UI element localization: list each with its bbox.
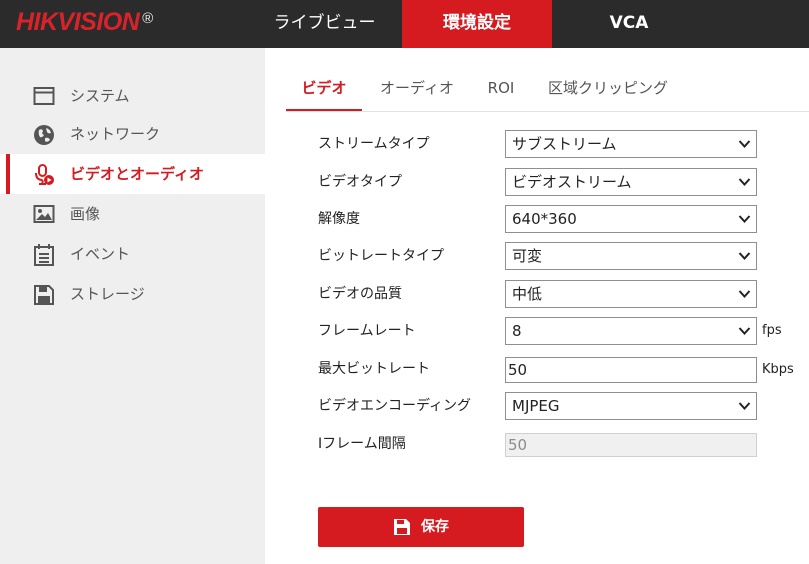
chevron-down-icon — [738, 327, 751, 335]
stream-type-label: ストリームタイプ — [318, 136, 430, 152]
tab-roi[interactable]: ROI — [478, 66, 524, 112]
stream-type-value: サブストリーム — [512, 135, 617, 153]
brand-name: HIKVISION — [16, 8, 140, 36]
sidebar-item-event[interactable]: イベント — [0, 234, 265, 274]
video-quality-label: ビデオの品質 — [318, 286, 402, 302]
i-frame-interval-input: 50 — [505, 433, 757, 457]
max-bitrate-unit: Kbps — [762, 362, 794, 377]
sidebar-item-video-audio[interactable]: ビデオとオーディオ — [0, 154, 265, 194]
bitrate-type-value: 可変 — [512, 247, 543, 265]
tab-audio[interactable]: オーディオ — [372, 66, 462, 112]
save-button[interactable]: 保存 — [318, 507, 524, 547]
microphone-video-icon — [33, 164, 55, 185]
frame-rate-value: 8 — [512, 322, 522, 340]
chevron-down-icon — [738, 290, 751, 298]
video-encoding-value: MJPEG — [512, 397, 560, 415]
calendar-icon — [33, 244, 55, 266]
sidebar-item-label: ビデオとオーディオ — [70, 165, 204, 183]
registered-mark: ® — [142, 10, 153, 27]
video-encoding-label: ビデオエンコーディング — [318, 398, 472, 414]
image-icon — [33, 204, 55, 224]
i-frame-interval-label: Iフレーム間隔 — [318, 436, 406, 452]
hikvision-logo: HIKVISION ® — [16, 8, 153, 37]
sidebar-item-image[interactable]: 画像 — [0, 194, 265, 234]
bitrate-type-label: ビットレートタイプ — [318, 248, 444, 264]
globe-icon — [33, 124, 55, 145]
max-bitrate-input[interactable]: 50 — [505, 357, 757, 383]
tab-video[interactable]: ビデオ — [286, 66, 362, 112]
sidebar-item-system[interactable]: システム — [0, 76, 265, 116]
sidebar-item-storage[interactable]: ストレージ — [0, 274, 265, 314]
frame-rate-select[interactable]: 8 — [505, 317, 757, 345]
nav-tab-live-view[interactable]: ライブビュー — [248, 0, 401, 48]
resolution-label: 解像度 — [318, 211, 360, 227]
top-navigation-bar: HIKVISION ® ライブビュー 環境設定 VCA — [0, 0, 809, 48]
sidebar-item-label: システム — [70, 87, 130, 105]
video-encoding-select[interactable]: MJPEG — [505, 392, 757, 420]
sidebar-item-label: ストレージ — [70, 285, 145, 303]
tab-region-cropping[interactable]: 区域クリッピング — [538, 66, 678, 112]
chevron-down-icon — [738, 402, 751, 410]
save-button-label: 保存 — [421, 519, 449, 535]
video-quality-value: 中低 — [512, 285, 543, 303]
chevron-down-icon — [738, 178, 751, 186]
sidebar: システム ネットワーク ビデオとオーディオ 画像 イベント ストレージ — [0, 48, 265, 564]
max-bitrate-label: 最大ビットレート — [318, 361, 430, 377]
video-type-value: ビデオストリーム — [512, 173, 632, 191]
tab-divider — [286, 111, 809, 112]
sidebar-item-label: イベント — [70, 245, 131, 263]
bitrate-type-select[interactable]: 可変 — [505, 242, 757, 270]
system-window-icon — [33, 86, 55, 106]
nav-tab-vca[interactable]: VCA — [552, 0, 706, 48]
sidebar-item-label: 画像 — [70, 205, 101, 223]
chevron-down-icon — [738, 215, 751, 223]
floppy-disk-icon — [33, 284, 55, 305]
video-type-select[interactable]: ビデオストリーム — [505, 168, 757, 196]
resolution-select[interactable]: 640*360 — [505, 205, 757, 233]
save-icon — [393, 518, 411, 536]
frame-rate-label: フレームレート — [318, 323, 416, 339]
sidebar-item-label: ネットワーク — [70, 125, 161, 143]
sidebar-item-network[interactable]: ネットワーク — [0, 114, 265, 154]
nav-tab-configuration[interactable]: 環境設定 — [402, 0, 552, 48]
video-type-label: ビデオタイプ — [318, 174, 402, 190]
resolution-value: 640*360 — [512, 210, 577, 228]
video-quality-select[interactable]: 中低 — [505, 280, 757, 308]
chevron-down-icon — [738, 252, 751, 260]
chevron-down-icon — [738, 140, 751, 148]
stream-type-select[interactable]: サブストリーム — [505, 130, 757, 158]
frame-rate-unit: fps — [762, 323, 782, 338]
